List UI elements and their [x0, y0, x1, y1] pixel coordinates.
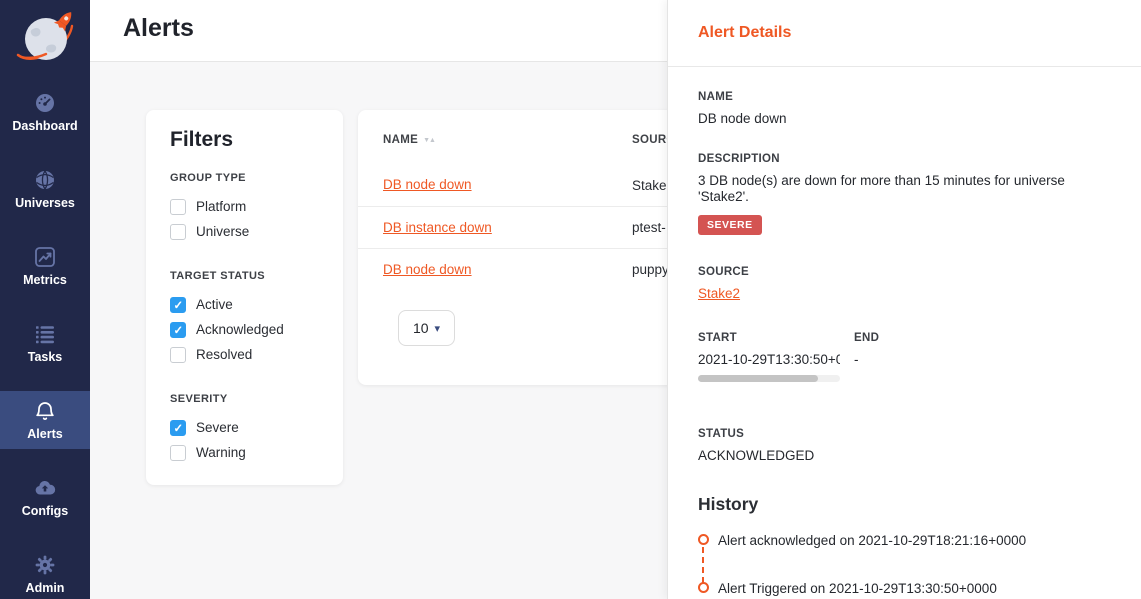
description-value: 3 DB node(s) are down for more than 15 m… — [698, 173, 1111, 205]
filter-option-resolved[interactable]: Resolved — [170, 342, 319, 367]
filter-group-label-severity: SEVERITY — [170, 393, 319, 405]
timeline-dot-icon — [698, 534, 709, 545]
name-value: DB node down — [698, 111, 1111, 127]
history-item-text: Alert acknowledged on 2021-10-29T18:21:1… — [718, 533, 1026, 548]
app-window: Dashboard Universes Metrics Tasks Alerts — [0, 0, 1141, 599]
column-header-name[interactable]: NAME▼▲ — [383, 134, 632, 164]
history-timeline: Alert acknowledged on 2021-10-29T18:21:1… — [698, 533, 1111, 596]
status-value: ACKNOWLEDGED — [698, 448, 1111, 464]
filter-option-universe[interactable]: Universe — [170, 219, 319, 244]
alerts-bell-icon — [0, 399, 90, 425]
filter-option-label: Severe — [196, 420, 239, 435]
checkbox-warning[interactable] — [170, 445, 186, 461]
alert-details-title: Alert Details — [698, 24, 791, 42]
alert-name-link[interactable]: DB node down — [383, 177, 472, 192]
alert-name-link[interactable]: DB instance down — [383, 220, 492, 235]
filter-option-label: Warning — [196, 445, 246, 460]
timeline-dot-icon — [698, 582, 709, 593]
yugabyte-logo[interactable] — [0, 6, 90, 72]
filter-group-label-target-status: TARGET STATUS — [170, 270, 319, 282]
sidebar-item-metrics[interactable]: Metrics — [0, 237, 90, 295]
history-item: Alert acknowledged on 2021-10-29T18:21:1… — [698, 533, 1111, 548]
name-label: NAME — [698, 90, 1111, 105]
filter-option-severe[interactable]: Severe — [170, 415, 319, 440]
status-label: STATUS — [698, 427, 1111, 442]
sidebar-item-admin[interactable]: Admin — [0, 545, 90, 599]
filter-option-label: Resolved — [196, 347, 252, 362]
sidebar: Dashboard Universes Metrics Tasks Alerts — [0, 0, 90, 599]
filter-option-label: Acknowledged — [196, 322, 284, 337]
severity-badge: SEVERE — [698, 215, 762, 235]
admin-gear-icon — [0, 553, 90, 579]
history-item: Alert Triggered on 2021-10-29T13:30:50+0… — [698, 581, 1111, 596]
start-column: START 2021-10-29T13:30:50+0000 — [698, 331, 840, 382]
section-history: History Alert acknowledged on 2021-10-29… — [698, 494, 1111, 596]
page-size-dropdown[interactable]: 10 ▾ — [398, 310, 455, 346]
sidebar-item-label: Universes — [0, 196, 90, 210]
metrics-icon — [0, 245, 90, 271]
sidebar-item-label: Tasks — [0, 350, 90, 364]
checkbox-acknowledged[interactable] — [170, 322, 186, 338]
configs-cloud-icon — [0, 476, 90, 502]
section-source: SOURCE Stake2 — [698, 265, 1111, 303]
checkbox-platform[interactable] — [170, 199, 186, 215]
section-start-end: START 2021-10-29T13:30:50+0000 END - — [698, 331, 1111, 382]
history-title: History — [698, 494, 1111, 515]
chevron-down-icon: ▾ — [435, 322, 441, 335]
section-status: STATUS ACKNOWLEDGED — [698, 427, 1111, 464]
universes-icon — [0, 168, 90, 194]
sidebar-item-label: Admin — [0, 581, 90, 595]
filter-option-label: Active — [196, 297, 233, 312]
start-label: START — [698, 331, 840, 346]
page-size-value: 10 — [413, 320, 429, 336]
page-title: Alerts — [123, 14, 194, 43]
checkbox-universe[interactable] — [170, 224, 186, 240]
sidebar-item-tasks[interactable]: Tasks — [0, 314, 90, 372]
history-item-text: Alert Triggered on 2021-10-29T13:30:50+0… — [718, 581, 997, 596]
start-scrollbar-thumb[interactable] — [698, 375, 818, 382]
dashboard-icon — [0, 91, 90, 117]
filter-option-platform[interactable]: Platform — [170, 194, 319, 219]
start-value: 2021-10-29T13:30:50+0000 — [698, 352, 840, 368]
end-label: END — [854, 331, 879, 346]
filter-option-label: Platform — [196, 199, 246, 214]
sidebar-item-dashboard[interactable]: Dashboard — [0, 83, 90, 141]
filter-option-acknowledged[interactable]: Acknowledged — [170, 317, 319, 342]
sidebar-item-label: Dashboard — [0, 119, 90, 133]
alert-details-body: NAME DB node down DESCRIPTION 3 DB node(… — [668, 67, 1141, 596]
sidebar-item-alerts[interactable]: Alerts — [0, 391, 90, 449]
sidebar-item-label: Alerts — [0, 427, 90, 441]
start-scrollbar-track — [698, 375, 840, 382]
filter-option-warning[interactable]: Warning — [170, 440, 319, 465]
sort-icons[interactable]: ▼▲ — [423, 137, 435, 144]
checkbox-resolved[interactable] — [170, 347, 186, 363]
sidebar-item-universes[interactable]: Universes — [0, 160, 90, 218]
source-label: SOURCE — [698, 265, 1111, 280]
alert-details-header: Alert Details — [668, 0, 1141, 67]
sidebar-item-label: Configs — [0, 504, 90, 518]
section-name: NAME DB node down — [698, 90, 1111, 127]
timeline-dashed-connector — [702, 547, 704, 583]
checkbox-severe[interactable] — [170, 420, 186, 436]
section-description: DESCRIPTION 3 DB node(s) are down for mo… — [698, 152, 1111, 235]
description-label: DESCRIPTION — [698, 152, 1111, 167]
source-link[interactable]: Stake2 — [698, 286, 740, 301]
filter-option-label: Universe — [196, 224, 249, 239]
tasks-icon — [0, 322, 90, 348]
filters-panel: Filters GROUP TYPE Platform Universe TAR… — [146, 110, 343, 485]
filter-option-active[interactable]: Active — [170, 292, 319, 317]
sidebar-item-configs[interactable]: Configs — [0, 468, 90, 526]
end-value: - — [854, 352, 879, 368]
end-column: END - — [854, 331, 879, 382]
filters-title: Filters — [170, 128, 319, 152]
checkbox-active[interactable] — [170, 297, 186, 313]
planet-rocket-logo-icon — [13, 9, 77, 69]
filter-group-label-group-type: GROUP TYPE — [170, 172, 319, 184]
sidebar-item-label: Metrics — [0, 273, 90, 287]
alert-name-link[interactable]: DB node down — [383, 262, 472, 277]
alert-details-panel: Alert Details NAME DB node down DESCRIPT… — [667, 0, 1141, 599]
